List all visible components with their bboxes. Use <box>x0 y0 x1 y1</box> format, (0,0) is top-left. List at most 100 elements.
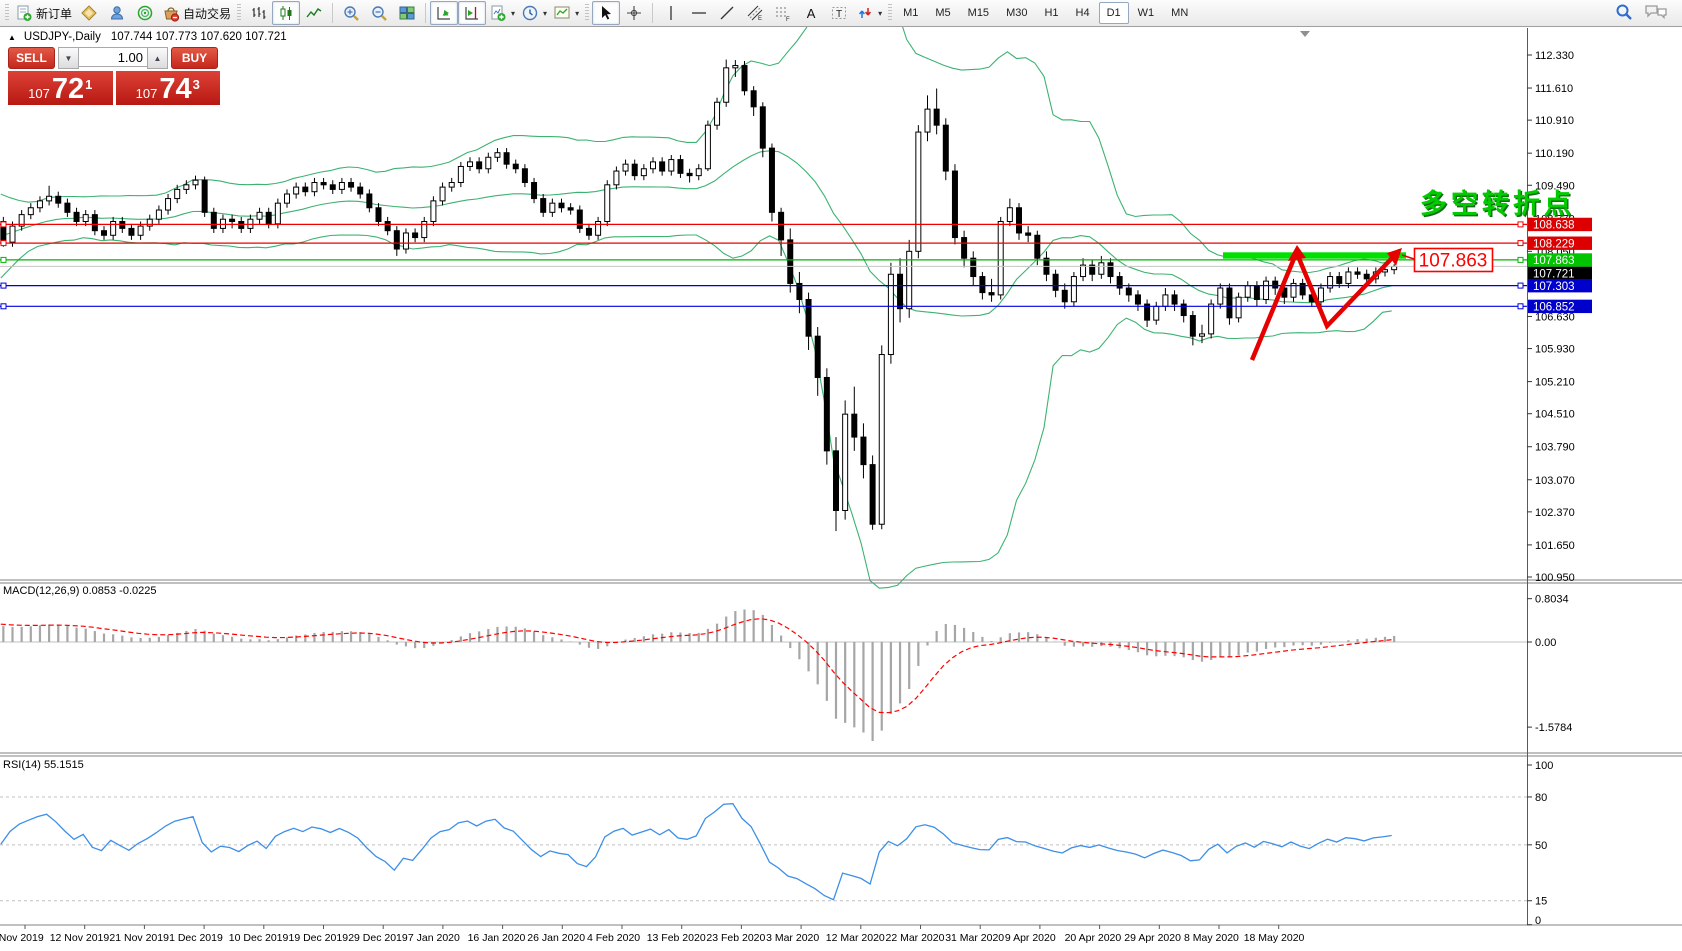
candle <box>1117 277 1122 288</box>
terminal-button[interactable] <box>131 1 159 25</box>
volume-input[interactable] <box>79 47 147 67</box>
sell-button[interactable]: SELL <box>8 47 55 69</box>
chat-icon[interactable] <box>1644 2 1668 22</box>
timeframe-m1-button[interactable]: M1 <box>895 2 926 24</box>
chart-shift-button[interactable] <box>458 1 486 25</box>
candle <box>413 233 418 238</box>
line-anchor-handle[interactable] <box>1 283 6 288</box>
auto-scroll-button[interactable] <box>430 1 458 25</box>
date-label: 20 Apr 2020 <box>1065 932 1122 944</box>
chart-canvas[interactable]: 112.330111.610110.910110.190109.490108.7… <box>0 0 1682 951</box>
collapse-panel-icon[interactable]: ▲ <box>8 33 16 42</box>
timeframe-mn-button[interactable]: MN <box>1163 2 1196 24</box>
text-tool-button[interactable]: A <box>797 1 825 25</box>
indicators-button[interactable]: ▾ <box>486 1 518 25</box>
zoom-out-icon <box>370 4 388 22</box>
fibonacci-icon: F <box>774 4 792 22</box>
search-icon[interactable] <box>1614 2 1634 22</box>
zoom-out-button[interactable] <box>365 1 393 25</box>
sell-price-panel[interactable]: 107721 <box>8 71 113 105</box>
candle <box>321 183 326 185</box>
candle <box>522 169 527 183</box>
timeframe-d1-button[interactable]: D1 <box>1099 2 1129 24</box>
candle <box>870 465 875 525</box>
pivot-zone-band[interactable] <box>1223 252 1406 258</box>
arrows-tool-button[interactable]: ▾ <box>853 1 885 25</box>
chart-shift-icon <box>463 4 481 22</box>
auto-trading-button[interactable]: 自动交易 <box>159 1 234 25</box>
line-anchor-handle[interactable] <box>1 257 6 262</box>
volume-increase-button[interactable]: ▲ <box>147 47 168 69</box>
navigator-person-icon <box>108 4 126 22</box>
timeframe-w1-button[interactable]: W1 <box>1130 2 1163 24</box>
date-label: 3 Mar 2020 <box>766 932 819 944</box>
timeframe-h1-button[interactable]: H1 <box>1036 2 1066 24</box>
text-label-tool-button[interactable]: T <box>825 1 853 25</box>
line-anchor-handle[interactable] <box>1518 304 1523 309</box>
date-label: 31 Mar 2020 <box>945 932 1004 944</box>
toolbar-separator <box>332 3 333 23</box>
templates-button[interactable]: ▾ <box>550 1 582 25</box>
trendline-tool-button[interactable] <box>713 1 741 25</box>
vertical-line-tool-button[interactable] <box>657 1 685 25</box>
line-anchor-handle[interactable] <box>1 222 6 227</box>
timeframe-h4-button[interactable]: H4 <box>1068 2 1098 24</box>
bar-chart-mode-button[interactable] <box>244 1 272 25</box>
candle <box>28 208 33 215</box>
trend-arrow-up-1[interactable] <box>1252 256 1295 360</box>
toolbar-grip[interactable] <box>888 4 892 22</box>
volume-decrease-button[interactable]: ▼ <box>58 47 79 69</box>
line-anchor-handle[interactable] <box>1518 241 1523 246</box>
crosshair-button[interactable] <box>620 1 648 25</box>
line-anchor-handle[interactable] <box>1 304 6 309</box>
macd-signal-line <box>1 619 1392 713</box>
toolbar-grip[interactable] <box>5 4 9 22</box>
candle <box>541 199 546 213</box>
chart-shift-marker[interactable] <box>1300 31 1310 37</box>
candle <box>1007 208 1012 222</box>
channel-tool-button[interactable]: E <box>741 1 769 25</box>
candle <box>486 157 491 168</box>
periods-button[interactable]: ▾ <box>518 1 550 25</box>
candle <box>47 196 52 201</box>
candle <box>1245 286 1250 297</box>
candle <box>1172 295 1177 304</box>
market-watch-button[interactable] <box>75 1 103 25</box>
fibonacci-tool-button[interactable]: F <box>769 1 797 25</box>
candle <box>74 212 79 221</box>
candle <box>312 183 317 192</box>
timeframe-m30-button[interactable]: M30 <box>998 2 1035 24</box>
candle <box>1108 263 1113 277</box>
buy-price-panel[interactable]: 107743 <box>116 71 221 105</box>
line-anchor-handle[interactable] <box>1518 283 1523 288</box>
line-chart-mode-button[interactable] <box>300 1 328 25</box>
dropdown-arrow-icon: ▾ <box>878 9 882 18</box>
candle <box>596 222 601 236</box>
label-t-glyph: T <box>836 9 842 20</box>
rsi-line <box>1 804 1392 900</box>
candle <box>943 125 948 171</box>
timeframe-m15-button[interactable]: M15 <box>960 2 997 24</box>
candle <box>724 68 729 102</box>
price-tick-label: 105.210 <box>1535 377 1575 389</box>
line-anchor-handle[interactable] <box>1518 222 1523 227</box>
new-order-button[interactable]: 新订单 <box>12 1 75 25</box>
candle <box>742 66 747 91</box>
tile-windows-button[interactable] <box>393 1 421 25</box>
toolbar-grip[interactable] <box>237 4 241 22</box>
candle <box>971 258 976 276</box>
zoom-in-button[interactable] <box>337 1 365 25</box>
cursor-button[interactable] <box>592 1 620 25</box>
chart-title: USDJPY-,Daily <box>24 31 101 43</box>
toolbar-grip[interactable] <box>585 4 589 22</box>
line-anchor-handle[interactable] <box>1518 257 1523 262</box>
buy-button[interactable]: BUY <box>171 47 218 69</box>
candle <box>10 226 15 242</box>
candle <box>92 215 97 231</box>
candlestick-mode-button[interactable] <box>272 1 300 25</box>
horizontal-line-tool-button[interactable] <box>685 1 713 25</box>
line-anchor-handle[interactable] <box>1 241 6 246</box>
timeframe-m5-button[interactable]: M5 <box>927 2 958 24</box>
navigator-button[interactable] <box>103 1 131 25</box>
date-label: 7 Jan 2020 <box>408 932 460 944</box>
